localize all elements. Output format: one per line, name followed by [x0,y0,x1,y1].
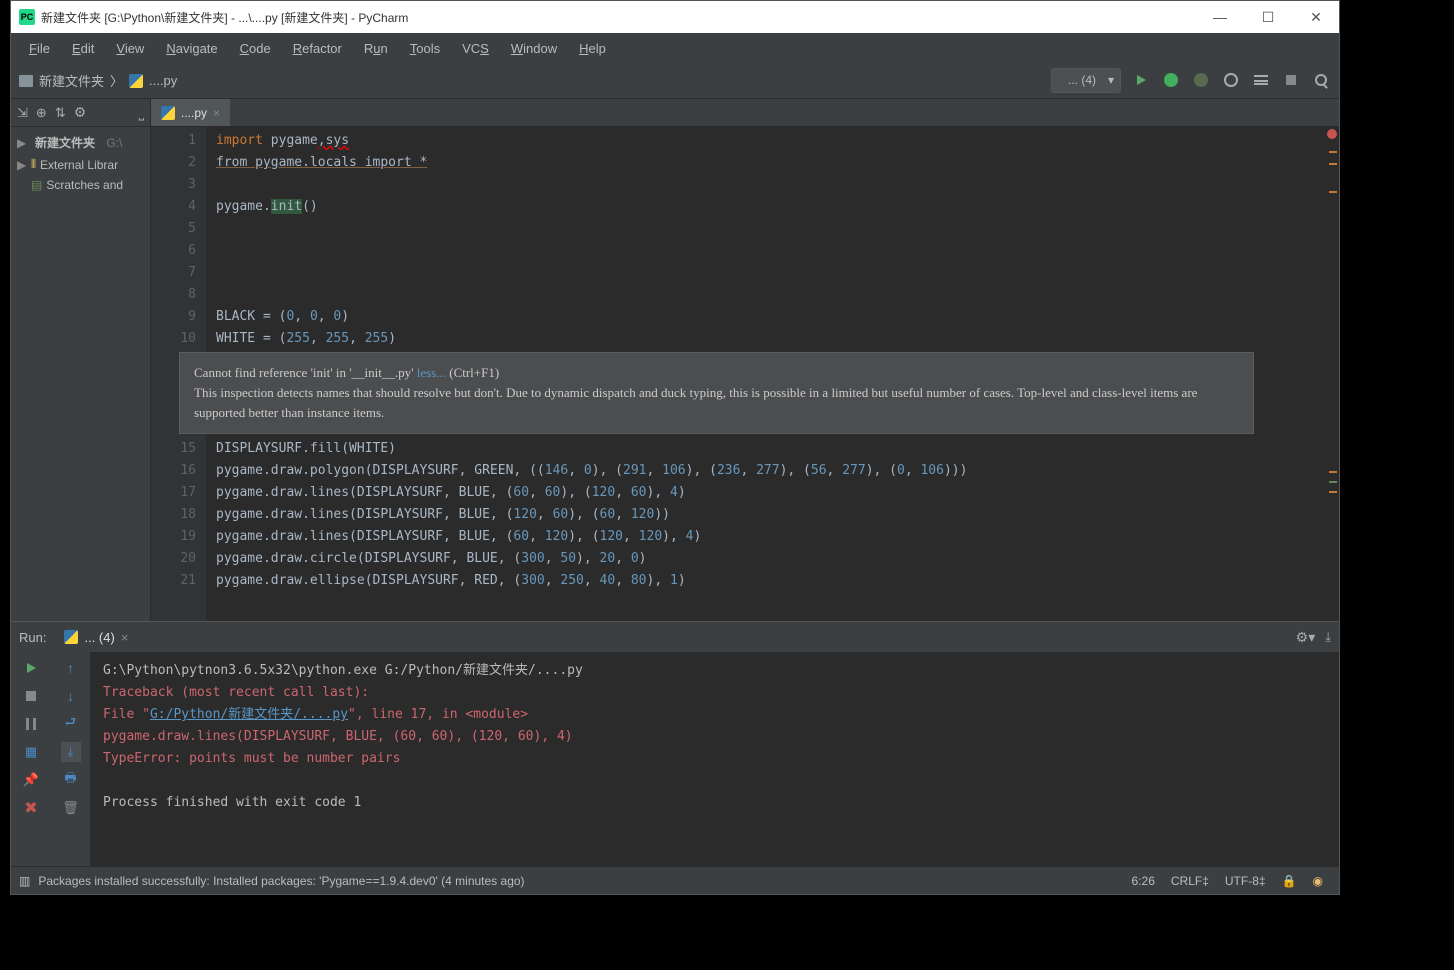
menu-tools[interactable]: Tools [400,37,450,60]
gear-icon[interactable]: ⚙▾ [1296,629,1316,646]
close-run-button[interactable]: ✖ [21,798,41,818]
run-left-toolbar: ▦ 📌 ✖ [11,652,51,866]
menu-view[interactable]: View [106,37,154,60]
python-file-icon [64,630,78,644]
up-button[interactable]: ↑ [61,658,81,678]
project-pane: ⇲ ⊕ ⇅ ⚙ ⎵ ▶新建文件夹 G:\ ▶⫴External Librar ▤… [11,99,151,621]
inspection-tooltip: Cannot find reference 'init' in '__init_… [179,352,1254,434]
tooltip-description: This inspection detects names that shoul… [194,383,1239,423]
titlebar: PC 新建文件夹 [G:\Python\新建文件夹] - ...\....py … [11,1,1339,33]
inspector-icon[interactable]: ◉ [1305,874,1331,888]
layout-button[interactable]: ▦ [21,742,41,762]
caret-position[interactable]: 6:26 [1124,874,1163,888]
tree-root[interactable]: ▶新建文件夹 G:\ [11,131,150,154]
export-icon[interactable]: ⤓ [1325,629,1331,645]
python-file-icon [161,106,175,120]
gear-icon[interactable]: ⚙ [74,104,87,121]
breadcrumb[interactable]: 新建文件夹 〉 ....py [19,71,1051,90]
run-tab[interactable]: ... (4) × [56,628,136,647]
run-config-selector[interactable]: ... (4) [1051,68,1121,93]
error-indicator-icon[interactable] [1327,129,1337,139]
chevron-right-icon: 〉 [110,71,123,90]
error-stripe[interactable] [1327,141,1339,621]
editor-tab[interactable]: ....py × [151,99,230,126]
menu-run[interactable]: Run [354,37,398,60]
tooltip-message: Cannot find reference 'init' in '__init_… [194,365,417,380]
navigation-bar: 新建文件夹 〉 ....py ... (4) [11,63,1339,99]
status-bar: ▥ Packages installed successfully: Insta… [11,866,1339,894]
run-output[interactable]: G:\Python\pytnon3.6.5x32\python.exe G:/P… [91,652,1339,866]
tree-external[interactable]: ▶⫴External Librar [11,154,150,175]
breadcrumb-folder: 新建文件夹 [39,71,104,90]
menu-edit[interactable]: Edit [62,37,104,60]
close-run-tab-icon[interactable]: × [121,630,129,645]
traceback-file-link[interactable]: G:/Python/新建文件夹/....py [150,707,348,722]
error-type: TypeError: points must be number pairs [103,748,1327,770]
app-window: PC 新建文件夹 [G:\Python\新建文件夹] - ...\....py … [10,0,1340,895]
menu-window[interactable]: Window [501,37,567,60]
project-tree[interactable]: ▶新建文件夹 G:\ ▶⫴External Librar ▤Scratches … [11,127,150,199]
run-header: Run: ... (4) × ⚙▾ ⤓ [11,622,1339,652]
editor-tabs: ....py × [151,99,1339,127]
menu-help[interactable]: Help [569,37,616,60]
line-separator[interactable]: CRLF‡ [1163,874,1217,888]
status-message: Packages installed successfully: Install… [38,874,524,888]
work-area: ⇲ ⊕ ⇅ ⚙ ⎵ ▶新建文件夹 G:\ ▶⫴External Librar ▤… [11,99,1339,621]
traceback-header: Traceback (most recent call last): [103,682,1327,704]
pycharm-icon: PC [19,9,35,25]
status-icon[interactable]: ▥ [19,874,30,888]
stop-button[interactable] [1281,70,1301,90]
debug-button[interactable] [1161,70,1181,90]
menu-file[interactable]: File [19,37,60,60]
error-line: pygame.draw.lines(DISPLAYSURF, BLUE, (60… [103,726,1327,748]
tree-scratches[interactable]: ▤Scratches and [11,175,150,195]
search-everywhere[interactable] [1311,70,1331,90]
editor-area: ....py × 1234567891011121314151617181920… [151,99,1339,621]
run-label: Run: [19,630,46,645]
menu-refactor[interactable]: Refactor [283,37,352,60]
scroll-button[interactable]: ⤓ [61,742,81,762]
print-button[interactable]: 🖶 [61,770,81,790]
file-encoding[interactable]: UTF-8‡ [1217,874,1274,888]
python-file-icon [129,74,143,88]
trash-button[interactable]: 🗑 [61,798,81,818]
folder-icon [19,75,33,87]
expand-all-icon[interactable]: ⇲ [17,105,28,121]
window-title: 新建文件夹 [G:\Python\新建文件夹] - ...\....py [新建… [41,9,1205,26]
hide-icon[interactable]: ⎵ [139,105,144,121]
lock-icon[interactable]: 🔒 [1274,874,1305,888]
coverage-button[interactable] [1191,70,1211,90]
close-button[interactable]: ✕ [1301,9,1331,26]
stop-run-button[interactable] [21,686,41,706]
pause-button[interactable] [21,714,41,734]
structure-button[interactable] [1251,70,1271,90]
menubar: File Edit View Navigate Code Refactor Ru… [11,33,1339,63]
profiler-button[interactable] [1221,70,1241,90]
menu-code[interactable]: Code [230,37,281,60]
breadcrumb-file: ....py [149,73,177,88]
menu-vcs[interactable]: VCS [452,37,499,60]
autoscroll-icon[interactable]: ⇅ [55,105,66,121]
close-tab-icon[interactable]: × [213,106,220,120]
run-nav-toolbar: ↑ ↓ ⮐ ⤓ 🖶 🗑 [51,652,91,866]
pin-button[interactable]: 📌 [21,770,41,790]
project-toolbar: ⇲ ⊕ ⇅ ⚙ ⎵ [11,99,150,127]
run-command: G:\Python\pytnon3.6.5x32\python.exe G:/P… [103,660,1327,682]
run-body: ▦ 📌 ✖ ↑ ↓ ⮐ ⤓ 🖶 🗑 G:\Python\pytnon3.6.5x… [11,652,1339,866]
exit-code: Process finished with exit code 1 [103,792,1327,814]
main-toolbar: ... (4) [1051,68,1331,93]
collapse-all-icon[interactable]: ⊕ [36,105,47,121]
run-panel: Run: ... (4) × ⚙▾ ⤓ ▦ 📌 ✖ ↑ ↓ ⮐ [11,621,1339,866]
tooltip-less-link[interactable]: less... [417,365,446,380]
rerun-button[interactable] [21,658,41,678]
menu-navigate[interactable]: Navigate [156,37,227,60]
minimize-button[interactable]: — [1205,9,1235,26]
down-button[interactable]: ↓ [61,686,81,706]
code-editor[interactable]: 123456789101112131415161718192021 import… [151,127,1339,621]
run-button[interactable] [1131,70,1151,90]
maximize-button[interactable]: ☐ [1253,9,1283,26]
wrap-button[interactable]: ⮐ [61,714,81,734]
